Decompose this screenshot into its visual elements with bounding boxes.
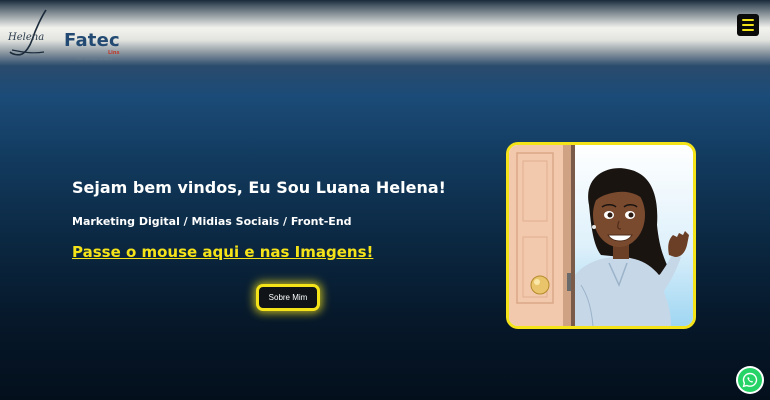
menu-bar [742,18,754,22]
luana-helena-logo-mark: Helena [7,9,47,56]
whatsapp-glyph-icon [742,372,758,388]
fatec-logo-tagline: Prof. Antonio Seabra [76,57,112,61]
site-logo[interactable]: Helena Fatec Lins Prof. Antonio Seabra [2,6,122,61]
fatec-logo-sub: Lins [108,50,120,56]
hero-title: Sejam bem vindos, Eu Sou Luana Helena! [72,178,446,197]
menu-bar [742,23,754,27]
hover-hint-link[interactable]: Passe o mouse aqui e nas Imagens! [72,243,373,261]
bitmoji-avatar-waving-at-door [509,145,693,326]
fatec-logo-text: Fatec [64,30,120,51]
whatsapp-icon[interactable] [738,368,762,392]
about-me-button[interactable]: Sobre Mim [256,284,320,311]
hamburger-menu-icon[interactable] [737,14,759,36]
hero-subtitle: Marketing Digital / Midias Sociais / Fro… [72,215,352,228]
logo-script: Helena [7,32,44,43]
avatar-image[interactable] [506,142,696,329]
menu-bar [742,28,754,32]
